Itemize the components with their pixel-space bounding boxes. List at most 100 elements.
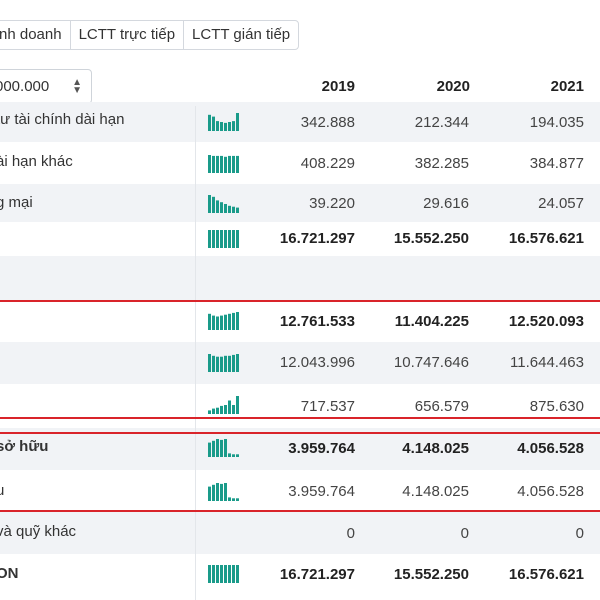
table-row[interactable]: tư tài chính dài hạn 342.888 212.344 194… [0,102,600,142]
sparkline-bar [212,196,215,213]
value-2020: 382.285 [414,155,469,172]
sparkline-bar [208,155,211,173]
table-row[interactable]: 717.537 656.579 875.630 [0,384,600,428]
value-2019: 3.959.764 [288,440,355,457]
value-2019: 16.721.297 [279,566,355,583]
sparkline-bar [232,405,235,414]
sparkline-chart [208,483,239,501]
sparkline-chart [208,565,239,583]
sparkline-bar [224,355,227,372]
sparkline-bar [220,483,223,501]
sparkline-bar [232,206,235,213]
value-2021: 194.035 [529,114,584,131]
sparkline-bar [208,410,211,414]
sparkline-bar [224,314,227,330]
sparkline-bar [216,439,219,457]
sparkline-bar [208,442,211,457]
sparkline-bar [216,407,219,414]
sparkline-bar [236,565,239,583]
value-2020: 29.616 [423,195,469,212]
value-2020: 15.552.250 [393,566,469,583]
sparkline-bar [236,498,239,501]
tab-business-results[interactable]: nh doanh [0,20,71,50]
sparkline-bar [224,204,227,213]
sparkline-bar [224,122,227,131]
value-2021: 12.520.093 [508,313,584,330]
value-2021: 4.056.528 [517,440,584,457]
table-row-grand-total[interactable]: ON 16.721.297 15.552.250 16.576.621 [0,554,600,600]
sparkline-bar [220,202,223,213]
sparkline-bar [232,230,235,248]
sparkline-bar [224,483,227,501]
sparkline-bar [220,565,223,583]
sparkline-bar [228,497,231,501]
tab-indirect-cashflow[interactable]: LCTT gián tiếp [183,20,300,50]
up-down-caret-icon: ▲ ▼ [72,77,82,96]
value-2020: 4.148.025 [402,483,469,500]
value-2020: 15.552.250 [393,230,469,247]
sparkline-bar [228,230,231,248]
sparkline-bar [228,453,231,457]
value-2021: 875.630 [529,398,584,415]
sparkline-bar [208,354,211,372]
sparkline-chart [208,195,239,213]
sparkline-bar [212,440,215,457]
sparkline-bar [216,121,219,131]
sparkline-bar [232,498,235,501]
table-row[interactable]: u 3.959.764 4.148.025 4.056.528 [0,470,600,512]
sparkline-bar [224,565,227,583]
value-2021: 384.877 [529,155,584,172]
row-label: ON [0,565,19,582]
row-label: tư tài chính dài hạn [0,111,125,128]
sparkline-chart [208,312,239,330]
sparkline-bar [236,396,239,414]
sparkline-bar [236,312,239,330]
sparkline-bar [232,454,235,457]
table-row-total[interactable]: sở hữu 3.959.764 4.148.025 4.056.528 [0,428,600,470]
sparkline-bar [212,484,215,501]
sparkline-chart [208,396,239,414]
sparkline-chart [208,113,239,131]
sparkline-bar [236,155,239,173]
value-2021: 4.056.528 [517,483,584,500]
sparkline-bar [228,155,231,173]
table-row[interactable]: g mại 39.220 29.616 24.057 [0,184,600,222]
value-2020: 212.344 [414,114,469,131]
value-2019: 3.959.764 [288,483,355,500]
sparkline-bar [236,207,239,213]
table-row-section-header [0,256,600,300]
sparkline-chart [208,155,239,173]
value-2021: 11.644.463 [510,354,584,371]
column-divider [195,106,196,600]
sparkline-bar [224,230,227,248]
row-label: sở hữu [0,438,49,455]
unit-select[interactable]: 000.000 ▲ ▼ [0,69,92,104]
tab-direct-cashflow[interactable]: LCTT trực tiếp [69,20,185,50]
sparkline-bar [208,313,211,330]
sparkline-bar [216,316,219,330]
sparkline-bar [228,400,231,414]
sparkline-bar [212,155,215,173]
sparkline-bar [208,565,211,583]
sparkline-bar [220,230,223,248]
sparkline-bar [236,113,239,131]
sparkline-bar [212,116,215,131]
sparkline-bar [216,155,219,173]
sparkline-bar [216,565,219,583]
sparkline-bar [216,200,219,213]
table-row-total[interactable]: 16.721.297 15.552.250 16.576.621 [0,222,600,256]
sparkline-bar [232,121,235,131]
value-2019: 342.888 [300,114,355,131]
sparkline-bar [228,313,231,330]
table-row[interactable]: 12.043.996 10.747.646 11.644.463 [0,342,600,384]
sparkline-bar [236,354,239,372]
row-label: ài hạn khác [0,153,73,170]
table-row[interactable]: ài hạn khác 408.229 382.285 384.877 [0,142,600,184]
value-2020: 656.579 [414,398,469,415]
sparkline-bar [220,439,223,457]
sparkline-bar [212,408,215,414]
value-2021: 0 [575,525,584,542]
table-row-total[interactable]: 12.761.533 11.404.225 12.520.093 [0,300,600,342]
table-row[interactable]: và quỹ khác 0 0 0 [0,512,600,554]
value-2019: 717.537 [300,398,355,415]
